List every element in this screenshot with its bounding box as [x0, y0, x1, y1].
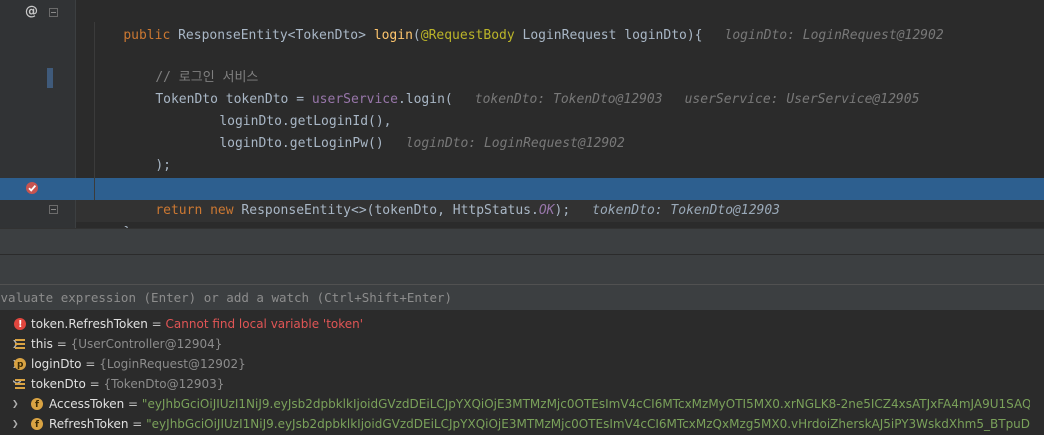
code-editor[interactable]: @ public ResponseEntity<TokenDto> login(…: [0, 0, 1044, 240]
variable-name: AccessToken: [49, 397, 125, 411]
variable-name: token.RefreshToken: [31, 317, 148, 331]
list-icon: [14, 338, 26, 350]
list-icon: [14, 378, 26, 390]
parameter-icon: [14, 355, 26, 375]
variable-row[interactable]: ❯ tokenDto = {TokenDto@12903}: [0, 374, 1044, 394]
inline-debug-hint: loginDto: LoginRequest@12902: [405, 136, 625, 151]
expand-arrow-icon[interactable]: ❯: [12, 414, 22, 434]
annotation-gutter-icon[interactable]: @: [25, 4, 38, 19]
equals: =: [124, 397, 142, 411]
inline-debug-hint: userService: UserService@12905: [684, 92, 920, 107]
variable-row[interactable]: ❯ this = {UserController@12904}: [0, 334, 1044, 354]
variable-text: token.RefreshToken = Cannot find local v…: [31, 314, 363, 334]
code-line-1[interactable]: public ResponseEntity<TokenDto> login(@R…: [92, 3, 943, 43]
annotation: @RequestBody: [420, 28, 515, 43]
variable-value: {LoginRequest@12902}: [99, 357, 246, 371]
variable-value: "eyJhbGciOiJIUzI1NiJ9.eyJsb2dpbklkIjoidG…: [141, 397, 1030, 411]
variable-text: RefreshToken = "eyJhbGciOiJIUzI1NiJ9.eyJ…: [49, 414, 1030, 434]
variable-name: RefreshToken: [49, 417, 129, 431]
variables-panel[interactable]: token.RefreshToken = Cannot find local v…: [0, 310, 1044, 435]
breakpoint-icon[interactable]: [26, 182, 38, 194]
field-icon: [31, 395, 43, 414]
code-line-4[interactable]: loginDto.getLoginId(),: [188, 89, 391, 129]
keyword-return: return: [155, 203, 203, 218]
code-line-5[interactable]: loginDto.getLoginPw() loginDto: LoginRequ…: [188, 111, 625, 151]
variable-row[interactable]: token.RefreshToken = Cannot find local v…: [0, 314, 1044, 335]
code-line-2[interactable]: // 로그인 서비스: [124, 45, 258, 85]
variable-name: tokenDto: [31, 377, 86, 391]
parameters: LoginRequest loginDto: [514, 28, 687, 43]
evaluate-expression-input[interactable]: [0, 285, 1033, 309]
variable-name: this: [31, 337, 53, 351]
evaluate-expression-bar[interactable]: [0, 284, 1044, 311]
close-paren: );: [554, 203, 571, 218]
paren: (: [412, 28, 421, 43]
editor-debugger-splitter[interactable]: [0, 228, 1044, 255]
inline-debug-hint: tokenDto: TokenDto@12903: [474, 92, 663, 107]
variable-value: {UserController@12904}: [70, 337, 223, 351]
equals: =: [81, 357, 100, 371]
inline-debug-hint: tokenDto: TokenDto@12903: [592, 203, 780, 218]
method-call: .login(: [397, 92, 453, 107]
return-type: ResponseEntity<TokenDto>: [178, 28, 366, 43]
variable-value: {TokenDto@12903}: [103, 377, 225, 391]
variable-value: "eyJhbGciOiJIUzI1NiJ9.eyJsb2dpbklkIjoidG…: [146, 417, 1030, 431]
variable-text: tokenDto = {TokenDto@12903}: [31, 374, 224, 394]
code-line-3[interactable]: TokenDto tokenDto = userService.login(to…: [124, 67, 919, 107]
equals: =: [85, 377, 104, 391]
enum-constant: OK: [538, 203, 555, 218]
code-line-7[interactable]: return new ResponseEntity<>(tokenDto, Ht…: [124, 178, 780, 218]
equals: =: [147, 317, 166, 331]
fold-toggle-icon[interactable]: [49, 8, 58, 17]
code-line-6[interactable]: );: [124, 133, 171, 173]
variable-row[interactable]: ❯ loginDto = {LoginRequest@12902}: [0, 354, 1044, 375]
change-marker: [47, 68, 53, 88]
variable-name: loginDto: [31, 357, 82, 371]
variable-row[interactable]: ❯ RefreshToken = "eyJhbGciOiJIUzI1NiJ9.e…: [0, 414, 1030, 434]
expand-arrow-icon[interactable]: ❯: [12, 394, 22, 414]
equals: =: [52, 337, 71, 351]
code-line-8[interactable]: }: [92, 200, 131, 240]
variable-text: AccessToken = "eyJhbGciOiJIUzI1NiJ9.eyJs…: [49, 394, 1030, 414]
argument: loginDto.getLoginPw(): [219, 136, 384, 151]
keyword: public: [123, 28, 171, 43]
paren-brace: ){: [686, 28, 703, 43]
variable-row[interactable]: ❯ AccessToken = "eyJhbGciOiJIUzI1NiJ9.ey…: [0, 394, 1030, 414]
variable-text: this = {UserController@12904}: [31, 334, 222, 354]
variable-text: loginDto = {LoginRequest@12902}: [31, 354, 246, 374]
method-name: login: [373, 28, 413, 43]
keyword-new: new: [210, 203, 234, 218]
constructor-call: ResponseEntity<>(tokenDto, HttpStatus.: [233, 203, 539, 218]
debugger-toolbar: [0, 254, 1044, 285]
inline-debug-hint: loginDto: LoginRequest@12902: [724, 28, 944, 43]
close-paren: );: [155, 158, 171, 173]
variable-error: Cannot find local variable 'token': [165, 317, 364, 331]
fold-end-icon[interactable]: [49, 205, 58, 214]
error-icon: [14, 315, 26, 335]
equals: =: [128, 417, 147, 431]
field-icon: [31, 415, 43, 434]
